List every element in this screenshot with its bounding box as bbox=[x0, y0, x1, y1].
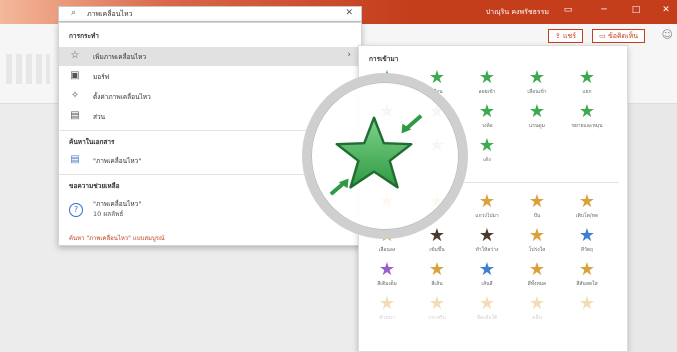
star-icon: ★ bbox=[528, 67, 546, 88]
find-in-document-header: ค้นหาในเอกสาร bbox=[69, 138, 115, 146]
emphasis-effect-6[interactable]: ★ เข้มขึ้น bbox=[415, 226, 459, 260]
effect-label: แกว่งไปมา bbox=[475, 213, 499, 219]
ribbon-display-icon[interactable]: ▭ bbox=[561, 5, 575, 15]
document-result-label: "ภาพเคลื่อนไหว" bbox=[93, 157, 142, 165]
star-icon: ★ bbox=[478, 191, 496, 212]
action-add-animation[interactable]: ☆ เพิ่มภาพเคลื่อนไหว › bbox=[59, 47, 361, 66]
star-icon: ★ bbox=[578, 259, 596, 280]
effect-label: สีทั้งหมด bbox=[527, 281, 547, 287]
star-icon: ★ bbox=[478, 101, 496, 122]
effect-label: เลือนเข้า bbox=[527, 89, 547, 95]
entrance-effect-3[interactable]: ★ เลือนเข้า bbox=[515, 68, 559, 102]
effect-label: เข้มขึ้น bbox=[429, 247, 445, 253]
star-icon: ★ bbox=[478, 259, 496, 280]
add-animation-star-icon bbox=[329, 114, 423, 196]
chevron-right-icon: › bbox=[347, 50, 351, 60]
effect-label: เติบโต/หด bbox=[575, 213, 599, 219]
star-icon: ★ bbox=[578, 101, 596, 122]
emphasis-effect-13[interactable]: ★ สีทั้งหมด bbox=[515, 260, 559, 294]
comment-icon: ▭ bbox=[599, 32, 608, 40]
effect-label: แยก bbox=[582, 89, 592, 95]
star-icon: ★ bbox=[478, 67, 496, 88]
comments-label: ข้อคิดเห็น bbox=[607, 32, 638, 40]
full-search-link[interactable]: ค้นหา "ภาพเคลื่อนไหว" แบบสมบูรณ์ bbox=[69, 233, 165, 243]
effect-label: เส้นสี bbox=[481, 281, 493, 287]
effect-label: โปร่งใส bbox=[528, 247, 546, 253]
get-help-header: ขอความช่วยเหลือ bbox=[69, 182, 120, 190]
effect-label: แรนดูม bbox=[529, 123, 545, 129]
star-icon: ★ bbox=[528, 191, 546, 212]
effect-label: ทำให้สว่าง bbox=[475, 247, 499, 253]
morph-icon: ▣ bbox=[70, 70, 80, 81]
entrance-effect-12[interactable]: ★ เด้ง bbox=[465, 136, 509, 170]
maximize-icon[interactable]: □ bbox=[629, 5, 643, 15]
star-icon: ★ bbox=[578, 225, 596, 246]
star-icon: ★ bbox=[578, 67, 596, 88]
emphasis-effect-2[interactable]: ★ แกว่งไปมา bbox=[465, 192, 509, 226]
share-icon: ⇪ bbox=[554, 32, 563, 40]
action-morph[interactable]: ▣ มอร์ฟ bbox=[59, 67, 361, 86]
effect-label: เลือนลง bbox=[378, 247, 396, 253]
emphasis-effect-9[interactable]: ★ สีวัตถุ bbox=[565, 226, 609, 260]
ribbon-controls-ghost bbox=[6, 54, 50, 84]
star-icon: ★ bbox=[528, 259, 546, 280]
help-result-count: 10 ผลลัพธ์ bbox=[93, 210, 124, 218]
animation-settings-icon: ✧ bbox=[70, 90, 80, 101]
effect-label: สีเส้น bbox=[431, 281, 443, 287]
search-icon: ⌕ bbox=[71, 8, 77, 18]
emphasis-effect-4[interactable]: ★ เติบโต/หด bbox=[565, 192, 609, 226]
effect-label: สีเติมเต็ม bbox=[377, 281, 397, 287]
action-label: ส่วน bbox=[93, 113, 106, 121]
actions-header: การกระทำ bbox=[69, 32, 99, 40]
effect-label: สีสันสดใส bbox=[576, 281, 598, 287]
effect-label: ขยายและหมุน bbox=[571, 123, 603, 129]
document-search-icon: ▤ bbox=[70, 154, 80, 165]
action-label: ตั้งค่าภาพเคลื่อนไหว bbox=[93, 93, 151, 101]
effect-label: สีวัตถุ bbox=[580, 247, 594, 253]
emphasis-effect-10[interactable]: ★ สีเติมเต็ม bbox=[365, 260, 409, 294]
search-box[interactable]: ⌕ ✕ bbox=[58, 6, 362, 22]
help-icon: ? bbox=[69, 203, 83, 217]
emphasis-effect-8[interactable]: ★ โปร่งใส bbox=[515, 226, 559, 260]
emphasis-effect-7[interactable]: ★ ทำให้สว่าง bbox=[465, 226, 509, 260]
star-icon: ★ bbox=[578, 191, 596, 212]
section-icon: ▤ bbox=[70, 110, 80, 121]
action-label: เพิ่มภาพเคลื่อนไหว bbox=[93, 53, 147, 61]
star-add-icon: ☆ bbox=[70, 50, 80, 61]
clear-search-icon[interactable]: ✕ bbox=[345, 8, 353, 18]
gallery-fade bbox=[359, 311, 627, 351]
entrance-header: การเข้ามา bbox=[369, 55, 399, 63]
star-icon: ★ bbox=[428, 259, 446, 280]
minimize-icon[interactable]: ─ bbox=[597, 5, 611, 15]
action-animation-settings[interactable]: ✧ ตั้งค่าภาพเคลื่อนไหว bbox=[59, 87, 361, 106]
comments-button[interactable]: ▭ ข้อคิดเห็น bbox=[592, 29, 645, 43]
emphasis-effect-14[interactable]: ★ สีสันสดใส bbox=[565, 260, 609, 294]
entrance-effect-7[interactable]: ★ วงล้อ bbox=[465, 102, 509, 136]
emphasis-effect-3[interactable]: ★ ปั่น bbox=[515, 192, 559, 226]
effect-label: ลอยเข้า bbox=[478, 89, 496, 95]
entrance-effect-8[interactable]: ★ แรนดูม bbox=[515, 102, 559, 136]
emphasis-effect-11[interactable]: ★ สีเส้น bbox=[415, 260, 459, 294]
share-label: แชร์ bbox=[562, 32, 576, 40]
effect-label: ปั่น bbox=[533, 213, 541, 219]
share-button[interactable]: ⇪ แชร์ bbox=[547, 29, 583, 43]
entrance-effect-9[interactable]: ★ ขยายและหมุน bbox=[565, 102, 609, 136]
star-icon: ★ bbox=[528, 225, 546, 246]
entrance-effect-4[interactable]: ★ แยก bbox=[565, 68, 609, 102]
star-icon: ★ bbox=[378, 259, 396, 280]
star-icon: ★ bbox=[478, 225, 496, 246]
account-name[interactable]: ปาณุริน คงพรัชธรรม bbox=[486, 7, 549, 18]
entrance-effect-2[interactable]: ★ ลอยเข้า bbox=[465, 68, 509, 102]
close-window-icon[interactable]: ✕ bbox=[659, 5, 673, 15]
emphasis-effect-12[interactable]: ★ เส้นสี bbox=[465, 260, 509, 294]
effect-label: วงล้อ bbox=[481, 123, 493, 129]
feedback-smiley-icon[interactable]: ☺ bbox=[662, 28, 673, 41]
action-label: มอร์ฟ bbox=[93, 73, 110, 81]
star-icon: ★ bbox=[478, 135, 496, 156]
help-result-label: "ภาพเคลื่อนไหว" bbox=[93, 200, 142, 208]
star-icon: ★ bbox=[528, 101, 546, 122]
effect-label: เด้ง bbox=[483, 157, 491, 163]
search-input[interactable] bbox=[87, 9, 327, 20]
